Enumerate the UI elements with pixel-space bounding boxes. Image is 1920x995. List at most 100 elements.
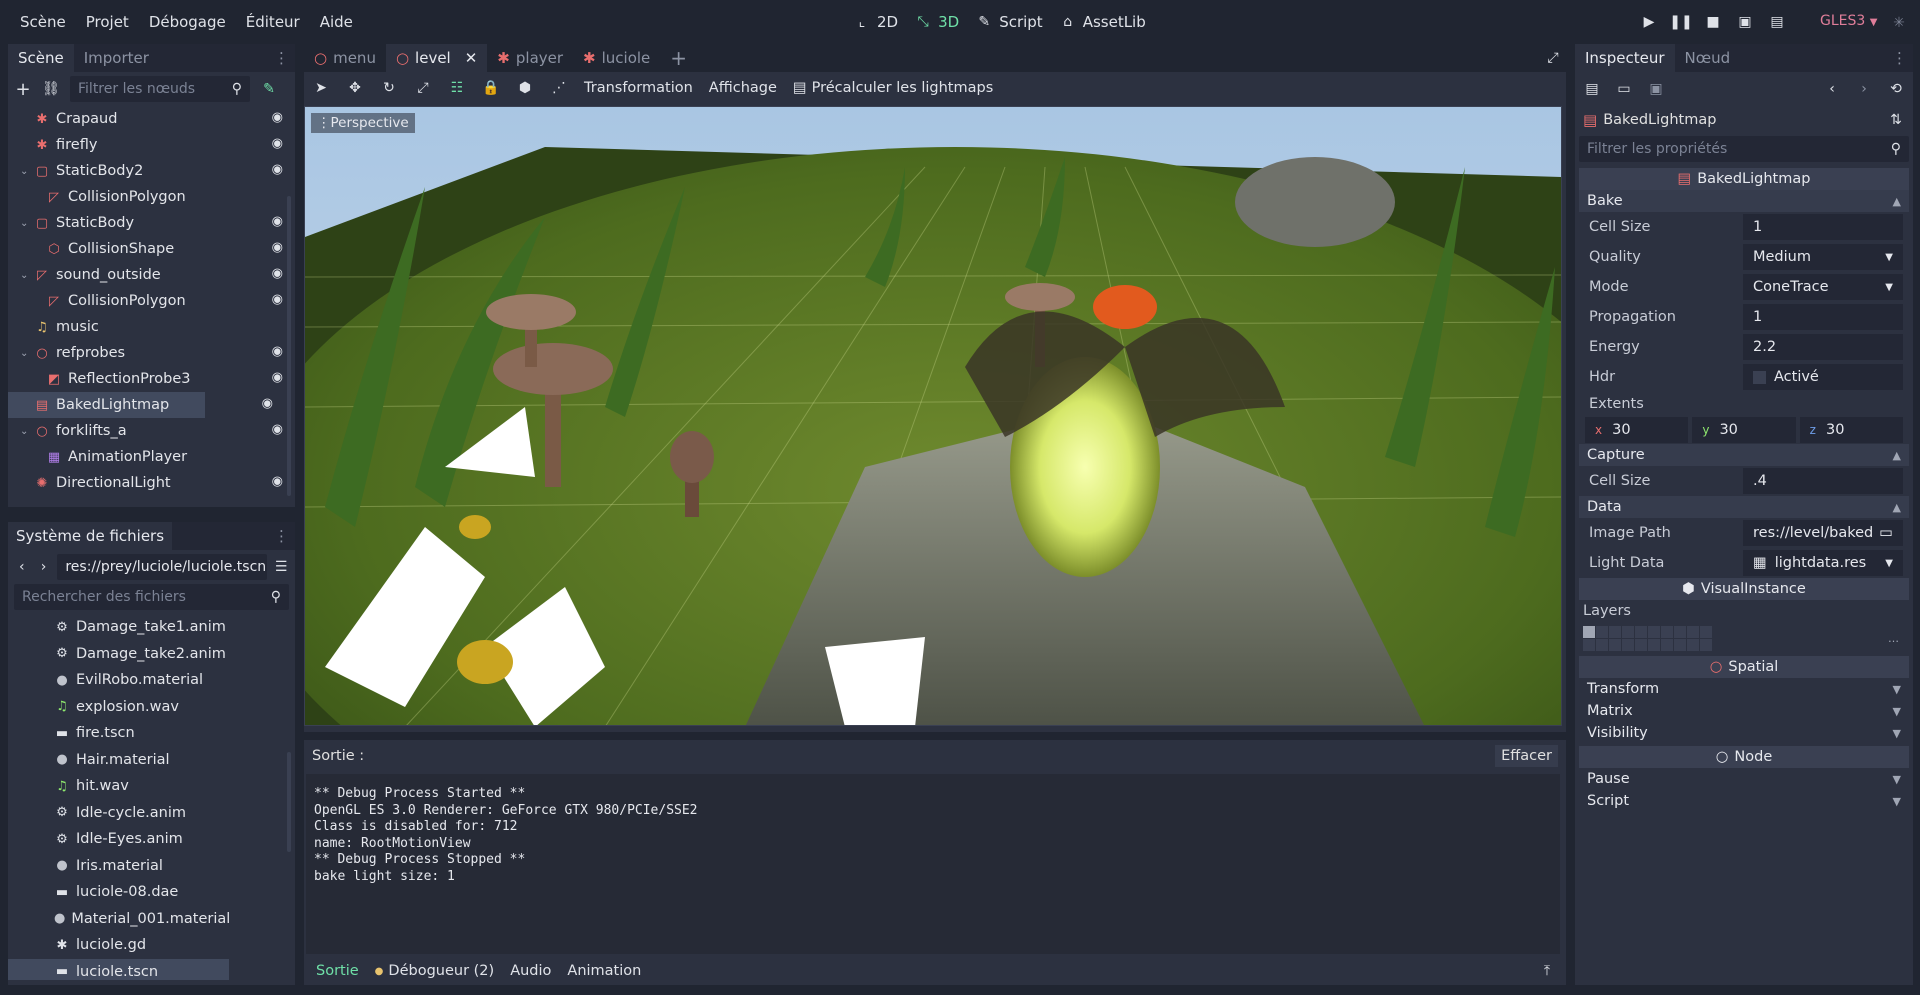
layer-cell[interactable]	[1700, 625, 1712, 638]
play-scene-icon[interactable]: ▣	[1736, 13, 1754, 31]
visibility-eye-icon[interactable]: ◉	[262, 396, 273, 411]
play-icon[interactable]: ▶	[1640, 13, 1658, 31]
scene-tree-node[interactable]: ▤ BakedLightmap ◉	[8, 392, 273, 418]
visibility-eye-icon[interactable]: ◉	[272, 370, 283, 385]
output-log[interactable]: ** Debug Process Started ** OpenGL ES 3.0…	[306, 774, 1560, 954]
workspace-assetlib-button[interactable]: ⌂ AssetLib	[1051, 0, 1154, 44]
file-item[interactable]: ♫ explosion.wav	[8, 694, 229, 721]
scene-tree-node[interactable]: ◸ CollisionPolygon ◉	[8, 288, 283, 314]
section-matrix[interactable]: Matrix ▼	[1579, 700, 1909, 722]
tab-scene[interactable]: Scène	[8, 44, 74, 72]
layer-cell[interactable]	[1596, 638, 1608, 651]
image-path-field[interactable]: res://level/baked ▭	[1743, 520, 1903, 546]
visibility-eye-icon[interactable]: ◉	[272, 214, 283, 229]
layer-cell[interactable]	[1674, 625, 1686, 638]
scene-tree-node[interactable]: ⌄ ◸ sound_outside ◉	[8, 262, 283, 288]
section-pause[interactable]: Pause ▼	[1579, 768, 1909, 790]
section-capture[interactable]: Capture ▲	[1579, 444, 1909, 466]
file-item[interactable]: ● EvilRobo.material	[8, 667, 229, 694]
visibility-eye-icon[interactable]: ◉	[272, 422, 283, 437]
viewport-perspective-menu[interactable]: ⋮Perspective	[311, 113, 415, 133]
expand-arrow-icon[interactable]: ⌄	[20, 218, 28, 229]
property-filter-input[interactable]: Filtrer les propriétés ⚲	[1579, 136, 1909, 162]
scene-tree-node[interactable]: ✱ firefly ◉	[8, 132, 283, 158]
tab-debugger[interactable]: ● Débogueur (2)	[367, 963, 503, 979]
new-resource-icon[interactable]: ▤	[1583, 80, 1601, 98]
tab-animation[interactable]: Animation	[559, 963, 649, 979]
fullscreen-icon[interactable]: ⤢	[1544, 48, 1562, 67]
history-back-icon[interactable]: ‹	[1823, 80, 1841, 98]
layer-cell[interactable]	[1622, 638, 1634, 651]
file-list-scrollbar[interactable]	[287, 752, 291, 852]
visibility-eye-icon[interactable]: ◉	[272, 292, 283, 307]
propagation-field[interactable]: 1	[1743, 304, 1903, 330]
layer-cells[interactable]	[1583, 625, 1712, 651]
layer-cell[interactable]	[1635, 638, 1647, 651]
file-item[interactable]: ▬ luciole.tscn	[8, 958, 229, 980]
scene-tree-scrollbar[interactable]	[287, 196, 291, 496]
visibility-eye-icon[interactable]: ◉	[272, 136, 283, 151]
layer-cell[interactable]	[1609, 638, 1621, 651]
workspace-2d-button[interactable]: ⌞ 2D	[845, 0, 906, 44]
light-data-resource[interactable]: ▦ lightdata.res ▼	[1743, 550, 1903, 576]
section-data[interactable]: Data ▲	[1579, 496, 1909, 518]
scene-tree-node[interactable]: ⌄ ▢ StaticBody2 ◉	[8, 158, 283, 184]
forward-icon[interactable]: ›	[36, 558, 52, 576]
layer-cell[interactable]	[1609, 625, 1621, 638]
scene-tree-node[interactable]: ✱ Crapaud ◉	[8, 106, 283, 132]
cell-size-field[interactable]: 1	[1743, 214, 1903, 240]
section-transform[interactable]: Transform ▼	[1579, 678, 1909, 700]
visibility-eye-icon[interactable]: ◉	[272, 110, 283, 125]
visibility-eye-icon[interactable]: ◉	[272, 344, 283, 359]
back-icon[interactable]: ‹	[14, 558, 30, 576]
dock-menu-icon[interactable]: ⋮	[1886, 44, 1913, 72]
dock-menu-icon[interactable]: ⋮	[268, 522, 295, 550]
file-item[interactable]: ● Material_001.material	[8, 906, 230, 933]
save-icon[interactable]: ▣	[1647, 80, 1665, 98]
quality-select[interactable]: Medium ▼	[1743, 244, 1903, 270]
file-item[interactable]: ⚙ Damage_take2.anim	[8, 641, 229, 668]
3d-viewport[interactable]: ⋮Perspective	[304, 106, 1562, 726]
transform-menu[interactable]: Transformation	[584, 80, 693, 96]
scene-tree-node[interactable]: ⌄ ○ refprobes ◉	[8, 340, 283, 366]
tab-audio[interactable]: Audio	[502, 963, 559, 979]
open-folder-icon[interactable]: ▭	[1615, 80, 1633, 98]
scene-tree-node[interactable]: ⌄ ▢ StaticBody ◉	[8, 210, 283, 236]
scene-tab-menu[interactable]: ○ menu	[304, 44, 386, 72]
object-properties-icon[interactable]: ⇅	[1887, 111, 1905, 129]
file-item[interactable]: ● Hair.material	[8, 747, 229, 774]
layer-cell[interactable]	[1648, 638, 1660, 651]
file-item[interactable]: ▬ fire.tscn	[8, 720, 229, 747]
workspace-3d-button[interactable]: ⤡ 3D	[906, 0, 967, 44]
file-search-input[interactable]: Rechercher des fichiers ⚲	[14, 584, 289, 610]
snap-icon[interactable]: ⋰	[550, 79, 568, 97]
visibility-eye-icon[interactable]: ◉	[272, 162, 283, 177]
renderer-select[interactable]: GLES3 ▼	[1820, 13, 1877, 29]
dock-menu-icon[interactable]: ⋮	[268, 44, 295, 72]
expand-arrow-icon[interactable]: ⌄	[20, 348, 28, 359]
play-custom-scene-icon[interactable]: ▤	[1768, 13, 1786, 31]
path-field[interactable]: res://prey/luciole/luciole.tscn	[57, 554, 268, 580]
section-bake[interactable]: Bake ▲	[1579, 190, 1909, 212]
select-tool-icon[interactable]: ➤	[312, 79, 330, 97]
layers-grid[interactable]: …	[1579, 622, 1909, 654]
scene-tab-luciole[interactable]: ✱ luciole	[573, 44, 660, 72]
scale-tool-icon[interactable]: ⤢	[414, 79, 432, 97]
file-item[interactable]: ● Iris.material	[8, 853, 229, 880]
close-icon[interactable]: ✕	[465, 49, 478, 67]
file-item[interactable]: ⚙ Damage_take1.anim	[8, 614, 229, 641]
file-item[interactable]: ♫ hit.wav	[8, 773, 229, 800]
expand-arrow-icon[interactable]: ⌄	[20, 426, 28, 437]
new-scene-tab-button[interactable]: +	[660, 44, 697, 72]
visibility-eye-icon[interactable]: ◉	[272, 474, 283, 489]
tab-node[interactable]: Nœud	[1675, 44, 1741, 72]
split-view-icon[interactable]: ☰	[273, 558, 289, 576]
menu-debug[interactable]: Débogage	[139, 0, 236, 44]
workspace-script-button[interactable]: ✎ Script	[967, 0, 1051, 44]
bake-lightmaps-button[interactable]: ▤ Précalculer les lightmaps	[793, 80, 993, 96]
section-script[interactable]: Script ▼	[1579, 790, 1909, 812]
layer-cell[interactable]	[1648, 625, 1660, 638]
node-filter-input[interactable]: Filtrer les nœuds ⚲	[70, 76, 250, 102]
pause-icon[interactable]: ❚❚	[1669, 13, 1692, 31]
view-menu[interactable]: Affichage	[709, 80, 777, 96]
